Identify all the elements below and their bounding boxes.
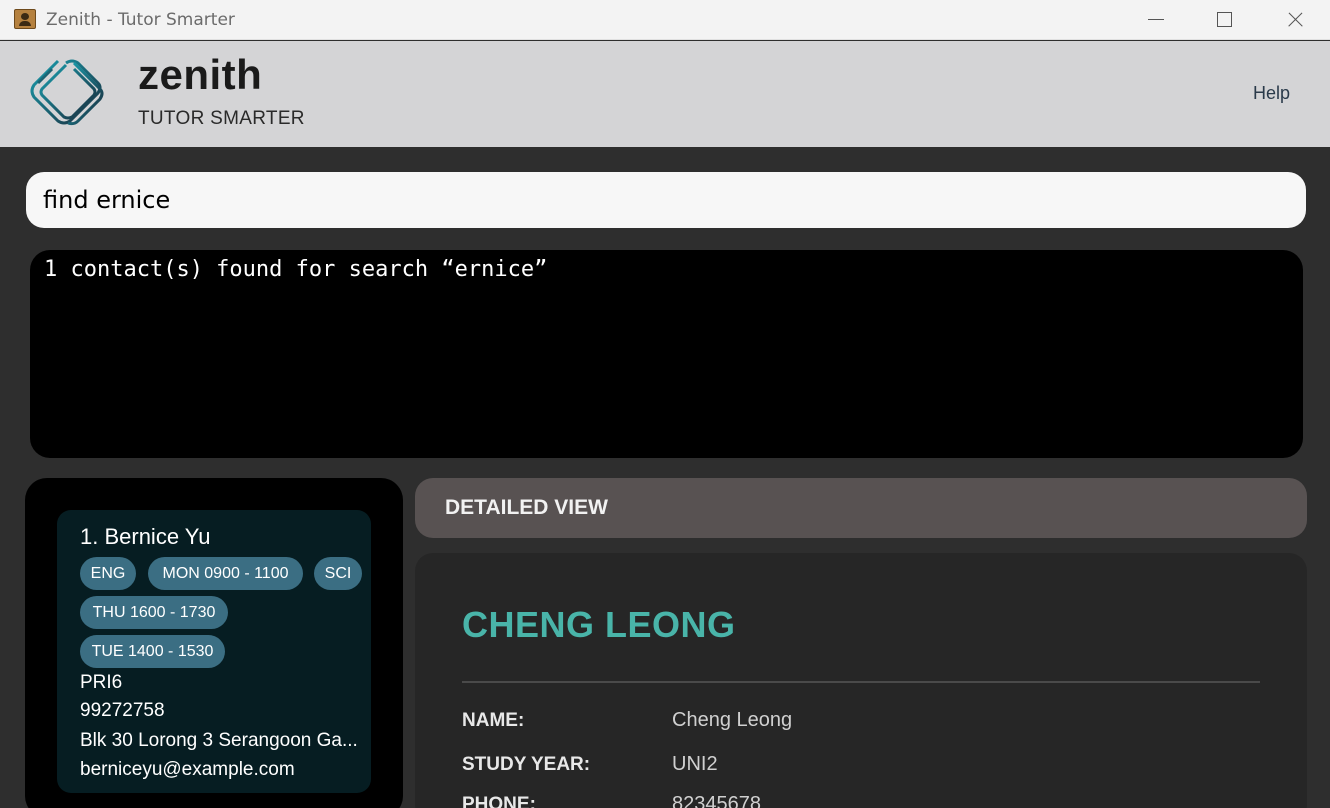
brand-tagline: TUTOR SMARTER bbox=[138, 108, 305, 129]
app-icon bbox=[14, 9, 36, 29]
detail-label-study-year: STUDY YEAR: bbox=[462, 754, 591, 775]
contact-email: berniceyu@example.com bbox=[80, 759, 295, 780]
tag-subject: ENG bbox=[80, 557, 136, 590]
maximize-button[interactable] bbox=[1194, 0, 1254, 40]
detail-value-study-year: UNI2 bbox=[672, 753, 718, 775]
command-input[interactable]: find ernice bbox=[26, 172, 1306, 228]
contact-card-name: 1. Bernice Yu bbox=[80, 524, 211, 549]
result-display: 1 contact(s) found for search “ernice” bbox=[30, 250, 1303, 458]
contact-phone: 99272758 bbox=[80, 700, 165, 721]
minimize-button[interactable] bbox=[1126, 0, 1186, 40]
detail-value-phone: 82345678 bbox=[672, 793, 761, 808]
contact-level: PRI6 bbox=[80, 672, 123, 693]
detail-value-name: Cheng Leong bbox=[672, 709, 793, 731]
brand-name: zenith bbox=[138, 51, 263, 98]
zenith-logo-icon bbox=[30, 59, 104, 126]
window-title: Zenith - Tutor Smarter bbox=[46, 10, 235, 30]
tag-schedule: MON 0900 - 1100 bbox=[148, 557, 303, 590]
tag-schedule: THU 1600 - 1730 bbox=[80, 596, 228, 629]
detail-label-phone: PHONE: bbox=[462, 794, 536, 808]
help-menu[interactable]: Help bbox=[1253, 83, 1290, 104]
close-button[interactable] bbox=[1266, 0, 1326, 40]
tag-subject: SCI bbox=[314, 557, 362, 590]
detail-label-name: NAME: bbox=[462, 710, 525, 731]
contact-address: Blk 30 Lorong 3 Serangoon Ga... bbox=[80, 730, 358, 751]
app-header: zenith TUTOR SMARTER Help bbox=[0, 41, 1330, 147]
window-title-bar: Zenith - Tutor Smarter bbox=[0, 0, 1330, 40]
detailed-view-header: DETAILED VIEW bbox=[415, 478, 1307, 538]
divider bbox=[462, 681, 1260, 683]
detailed-view-title: CHENG LEONG bbox=[462, 604, 736, 645]
tag-schedule: TUE 1400 - 1530 bbox=[80, 635, 225, 668]
